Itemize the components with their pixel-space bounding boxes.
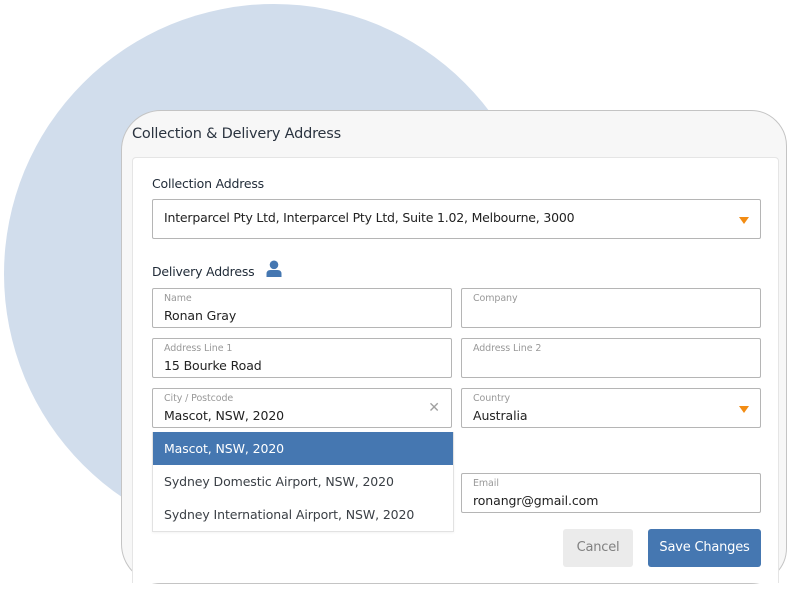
- country-label: Country: [473, 393, 511, 404]
- collection-address-label: Collection Address: [152, 176, 264, 191]
- suggestion-item[interactable]: Sydney Domestic Airport, NSW, 2020: [153, 465, 453, 498]
- caret-down-icon: [739, 217, 749, 224]
- collection-address-select[interactable]: Interparcel Pty Ltd, Interparcel Pty Ltd…: [152, 199, 761, 239]
- company-field[interactable]: Company: [461, 288, 761, 328]
- city-postcode-label: City / Postcode: [164, 393, 234, 404]
- city-postcode-field[interactable]: City / Postcode Mascot, NSW, 2020 ✕: [152, 388, 452, 428]
- address-line-2-label: Address Line 2: [473, 343, 542, 354]
- address-line-1-label: Address Line 1: [164, 343, 233, 354]
- address-line-1-value: 15 Bourke Road: [164, 358, 262, 373]
- address-dialog: Collection & Delivery Address Collection…: [121, 110, 787, 584]
- collection-address-value: Interparcel Pty Ltd, Interparcel Pty Ltd…: [164, 210, 575, 225]
- address-line-2-field[interactable]: Address Line 2: [461, 338, 761, 378]
- name-field[interactable]: Name Ronan Gray: [152, 288, 452, 328]
- name-field-value: Ronan Gray: [164, 308, 237, 323]
- dialog-title: Collection & Delivery Address: [132, 126, 341, 142]
- company-field-label: Company: [473, 293, 518, 304]
- suggestion-item[interactable]: Sydney International Airport, NSW, 2020: [153, 498, 453, 531]
- save-changes-button[interactable]: Save Changes: [648, 529, 761, 567]
- close-icon[interactable]: ✕: [428, 401, 440, 415]
- delivery-address-label: Delivery Address: [152, 264, 255, 279]
- email-field[interactable]: Email ronangr@gmail.com: [461, 473, 761, 513]
- user-icon[interactable]: [266, 260, 282, 277]
- email-field-label: Email: [473, 478, 499, 489]
- name-field-label: Name: [164, 293, 192, 304]
- country-select[interactable]: Country Australia: [461, 388, 761, 428]
- city-suggestions-dropdown: Mascot, NSW, 2020 Sydney Domestic Airpor…: [152, 432, 454, 532]
- email-field-value: ronangr@gmail.com: [473, 493, 599, 508]
- address-line-1-field[interactable]: Address Line 1 15 Bourke Road: [152, 338, 452, 378]
- caret-down-icon: [739, 406, 749, 413]
- city-postcode-value: Mascot, NSW, 2020: [164, 408, 285, 423]
- cancel-button[interactable]: Cancel: [563, 529, 633, 567]
- suggestion-item[interactable]: Mascot, NSW, 2020: [153, 432, 453, 465]
- country-value: Australia: [473, 408, 528, 423]
